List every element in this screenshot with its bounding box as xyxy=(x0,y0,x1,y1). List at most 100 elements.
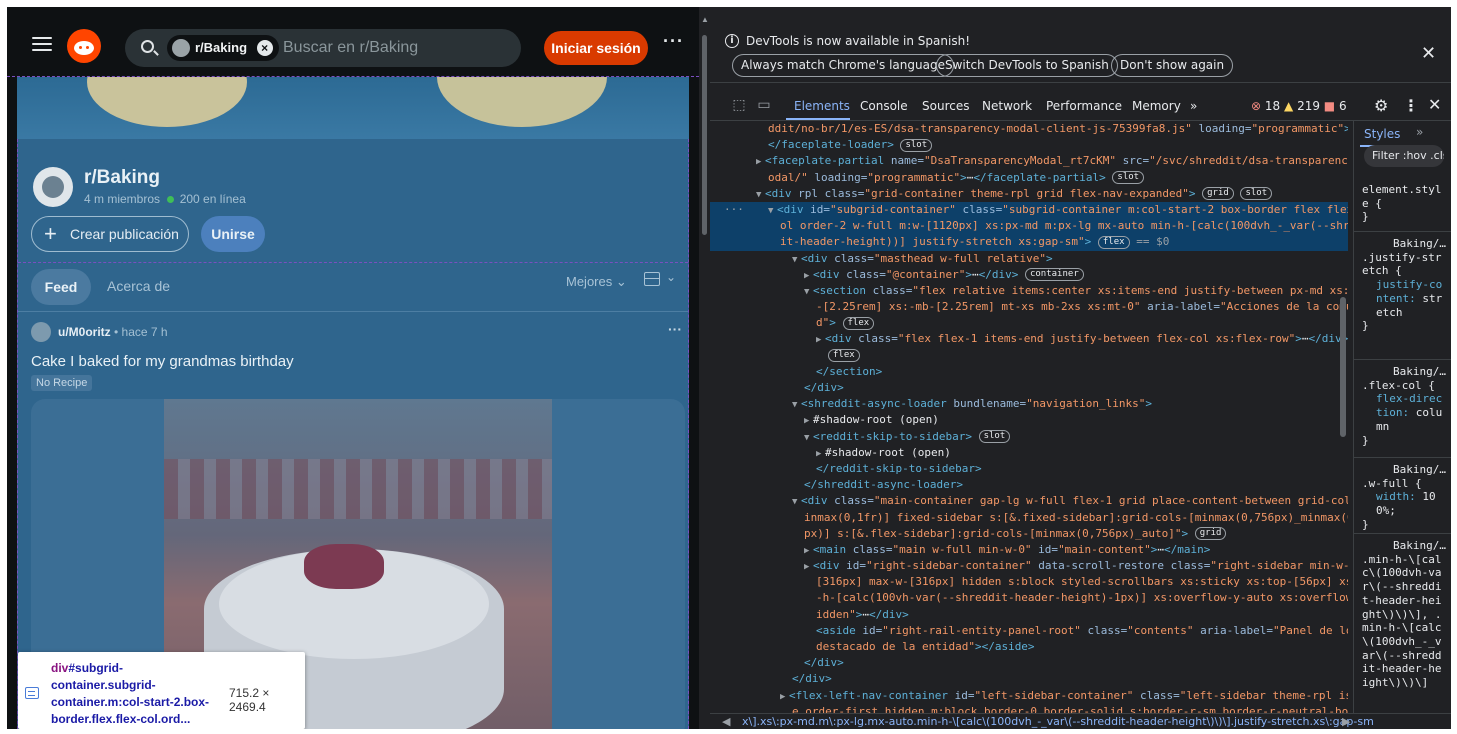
dom-node-line[interactable]: ▼ <section class="flex relative items:cen… xyxy=(710,283,1348,299)
style-rule[interactable]: Baking/… .w-full {width: 100%;} xyxy=(1362,463,1446,532)
breadcrumb-left-icon[interactable]: ◀ xyxy=(722,714,730,729)
post-author[interactable]: u/M0oritz • hace 7 h xyxy=(58,325,168,339)
post-title[interactable]: Cake I baked for my grandmas birthday xyxy=(31,353,294,370)
dom-tree[interactable]: ddit/no-br/1/es-ES/dsa-transparency-moda… xyxy=(710,121,1348,713)
dom-node-line[interactable]: </div> xyxy=(710,655,1348,671)
collapse-arrow-icon[interactable]: ▼ xyxy=(804,430,813,446)
search-bar[interactable]: r/Baking × Buscar en r/Baking xyxy=(125,29,521,67)
post-flair[interactable]: No Recipe xyxy=(31,375,93,391)
dom-node-line[interactable]: ▶ <div id="right-sidebar-container" data-… xyxy=(710,558,1348,574)
dom-node-line[interactable]: idden">⋯</div> xyxy=(710,607,1348,623)
dom-node-line[interactable]: d"> flex xyxy=(710,315,1348,331)
dom-node-line[interactable]: ▼ <div class="masthead w-full relative"> xyxy=(710,251,1348,267)
dom-node-line[interactable]: ▶ #shadow-root (open) xyxy=(710,412,1348,428)
style-rule[interactable]: Baking/… .justify-stretch {justify-conten… xyxy=(1362,237,1446,333)
dom-node-line[interactable]: ▶ <faceplate-partial name="DsaTransparenc… xyxy=(710,153,1348,169)
dom-node-line[interactable]: </section> xyxy=(710,364,1348,380)
tab-network[interactable]: Network xyxy=(982,99,1032,113)
reddit-logo[interactable] xyxy=(67,29,101,63)
expand-arrow-icon[interactable]: ▶ xyxy=(816,446,825,462)
match-language-button[interactable]: Always match Chrome's language xyxy=(732,54,954,77)
dom-node-line[interactable]: ▼ <div class="main-container gap-lg w-ful… xyxy=(710,493,1348,509)
close-devtools-icon[interactable]: ✕ xyxy=(1428,95,1441,114)
dom-node-line[interactable]: px)] s:[&.flex-sidebar]:grid-cols-[minma… xyxy=(710,526,1348,542)
expand-arrow-icon[interactable]: ▶ xyxy=(804,268,813,284)
expand-arrow-icon[interactable]: ▶ xyxy=(780,689,789,705)
grid-badge[interactable]: grid xyxy=(1194,527,1227,541)
page-scrollbar[interactable]: ▲ xyxy=(699,7,710,729)
css-property[interactable]: width: xyxy=(1376,490,1416,503)
tab-memory[interactable]: Memory xyxy=(1132,99,1181,113)
dom-node-line[interactable]: e order-first hidden m:block border-0 bo… xyxy=(710,704,1348,713)
dom-node-line[interactable]: ▼ <reddit-skip-to-sidebar> slot xyxy=(710,429,1348,445)
issue-counters[interactable]: ⊗ 18 ▲ 219 ■ 6 xyxy=(1251,99,1347,113)
tab-about[interactable]: Acerca de xyxy=(107,278,170,294)
dom-node-line[interactable]: destacado de la entidad"></aside> xyxy=(710,639,1348,655)
kebab-menu-icon[interactable]: ⋮ xyxy=(1403,96,1419,115)
breadcrumb-selector[interactable]: x\].xs\:px-md.m\:px-lg.mx-auto.min-h-\[c… xyxy=(742,714,1374,729)
login-button[interactable]: Iniciar sesión xyxy=(544,31,648,65)
style-rule[interactable]: Baking/… .min-h-\[calc\(100dvh-var\(--shr… xyxy=(1362,539,1446,690)
tab-console[interactable]: Console xyxy=(860,99,908,113)
tab-feed[interactable]: Feed xyxy=(31,269,91,305)
post-author-avatar[interactable] xyxy=(31,322,51,342)
dom-node-line[interactable]: -h-[calc(100vh-var(--shreddit-header-hei… xyxy=(710,590,1348,606)
dom-node-line[interactable]: ol order-2 w-full m:w-[1120px] xs:px-md … xyxy=(710,218,1348,235)
dom-node-line[interactable]: ▶ #shadow-root (open) xyxy=(710,445,1348,461)
tab-styles[interactable]: Styles xyxy=(1364,127,1400,141)
tab-elements[interactable]: Elements xyxy=(794,99,850,113)
sort-dropdown[interactable]: Mejores ⌄ xyxy=(566,274,627,290)
dom-node-line[interactable]: </faceplate-loader> slot xyxy=(710,137,1348,153)
switch-spanish-button[interactable]: Switch DevTools to Spanish xyxy=(936,54,1118,77)
dom-node-line[interactable]: </shreddit-async-loader> xyxy=(710,477,1348,493)
dom-node-line[interactable]: ▶ <flex-left-nav-container id="left-sideb… xyxy=(710,688,1348,704)
slot-badge[interactable]: slot xyxy=(1112,171,1145,185)
tab-sources[interactable]: Sources xyxy=(922,99,969,113)
dom-node-line[interactable]: -[2.25rem] xs:-mb-[2.25rem] mt-xs mb-2xs… xyxy=(710,299,1348,315)
dom-node-line[interactable]: inmax(0,1fr)] fixed-sidebar s:[&.fixed-s… xyxy=(710,510,1348,526)
expand-arrow-icon[interactable]: ▶ xyxy=(756,154,765,170)
expand-arrow-icon[interactable]: ▶ xyxy=(804,543,813,559)
rule-source-link[interactable]: Baking/… xyxy=(1362,539,1446,553)
clear-chip-icon[interactable]: × xyxy=(256,40,273,56)
breadcrumb-right-icon[interactable]: ▶ xyxy=(1342,714,1350,729)
slot-badge[interactable]: slot xyxy=(1240,187,1273,201)
flex-badge[interactable]: flex xyxy=(1097,235,1130,249)
create-post-button[interactable]: + Crear publicación xyxy=(31,216,189,252)
dom-node-line[interactable]: ▶ <div class="flex flex-1 items-end justi… xyxy=(710,331,1348,347)
dom-node-line[interactable]: [316px] max-w-[316px] hidden s:block sty… xyxy=(710,574,1348,590)
collapse-arrow-icon[interactable]: ▼ xyxy=(804,284,813,300)
flex-badge[interactable]: flex xyxy=(842,316,875,330)
rule-source-link[interactable]: Baking/… xyxy=(1362,365,1446,379)
device-toolbar-icon[interactable]: ▭ xyxy=(756,97,772,113)
style-rule[interactable]: Baking/… .flex-col {flex-direction: colum… xyxy=(1362,365,1446,447)
inspect-element-icon[interactable]: ⬚ xyxy=(731,97,747,113)
dom-breadcrumb[interactable]: ◀ x\].xs\:px-md.m\:px-lg.mx-auto.min-h-\… xyxy=(710,713,1451,729)
dom-node-line[interactable]: </div> xyxy=(710,380,1348,396)
rule-source-link[interactable]: Baking/… xyxy=(1362,463,1446,477)
grid-badge[interactable]: grid xyxy=(1202,187,1234,201)
subreddit-search-chip[interactable]: r/Baking × xyxy=(167,35,279,61)
dom-node-line[interactable]: ▼ <div rpl class="grid-container theme-rp… xyxy=(710,186,1348,202)
node-actions-icon[interactable]: ··· xyxy=(724,202,744,218)
style-rule[interactable]: element.style {} xyxy=(1362,183,1446,224)
collapse-arrow-icon[interactable]: ▼ xyxy=(792,397,801,413)
view-mode-icon[interactable] xyxy=(644,272,660,286)
collapse-arrow-icon[interactable]: ▼ xyxy=(768,203,777,219)
expand-arrow-icon[interactable]: ▶ xyxy=(816,332,825,348)
dom-node-line[interactable]: odal/" loading="programmatic">⋯</facepla… xyxy=(710,170,1348,186)
dom-node-line[interactable]: </reddit-skip-to-sidebar> xyxy=(710,461,1348,477)
more-panes-icon[interactable]: » xyxy=(1416,125,1423,139)
collapse-arrow-icon[interactable]: ▼ xyxy=(792,494,801,510)
tab-performance[interactable]: Performance xyxy=(1046,99,1122,113)
collapse-arrow-icon[interactable]: ▼ xyxy=(756,187,765,203)
flex-badge[interactable]: flex xyxy=(828,349,860,363)
dom-node-line[interactable]: flex xyxy=(710,348,1348,364)
dom-tree-scrollbar[interactable] xyxy=(1340,297,1346,437)
rule-source-link[interactable]: Baking/… xyxy=(1362,237,1446,251)
collapse-arrow-icon[interactable]: ▼ xyxy=(792,252,801,268)
menu-icon[interactable] xyxy=(32,37,52,51)
dom-node-line[interactable]: ▶ <div class="@container">⋯</div> contain… xyxy=(710,267,1348,283)
dont-show-again-button[interactable]: Don't show again xyxy=(1111,54,1234,77)
slot-badge[interactable]: slot xyxy=(978,430,1011,444)
